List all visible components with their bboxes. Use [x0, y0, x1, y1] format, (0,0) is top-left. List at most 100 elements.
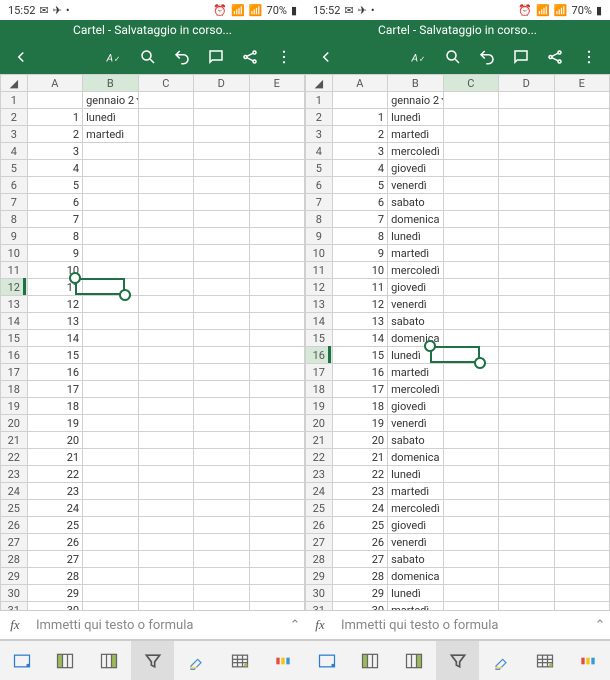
cell[interactable]: [554, 568, 610, 585]
cell[interactable]: 24: [27, 500, 82, 517]
table-row[interactable]: 32martedì: [1, 126, 305, 143]
cell[interactable]: giovedì: [388, 160, 443, 177]
table-row[interactable]: 2322: [1, 466, 305, 483]
row-header[interactable]: 19: [306, 398, 333, 415]
cell[interactable]: domenica: [388, 330, 443, 347]
table-row[interactable]: 87: [1, 211, 305, 228]
table-row[interactable]: 43mercoledì: [306, 143, 610, 160]
cell[interactable]: [499, 262, 554, 279]
table-row[interactable]: 1514: [1, 330, 305, 347]
cell[interactable]: 7: [332, 211, 387, 228]
table-row[interactable]: 21lunedì: [306, 109, 610, 126]
row-header[interactable]: 13: [1, 296, 28, 313]
cell[interactable]: [83, 415, 138, 432]
cell[interactable]: 22: [27, 466, 82, 483]
row-header[interactable]: 1: [1, 92, 28, 109]
row-header[interactable]: 28: [1, 551, 28, 568]
row-header[interactable]: 21: [306, 432, 333, 449]
cell[interactable]: [499, 228, 554, 245]
cell[interactable]: sabato: [388, 313, 443, 330]
cell[interactable]: [443, 398, 498, 415]
cell[interactable]: [443, 381, 498, 398]
cell[interactable]: [194, 500, 249, 517]
cell[interactable]: sabato: [388, 551, 443, 568]
cell[interactable]: [554, 449, 610, 466]
cell[interactable]: [194, 262, 249, 279]
cell[interactable]: 14: [332, 330, 387, 347]
cell[interactable]: 8: [27, 228, 82, 245]
cell[interactable]: [83, 279, 138, 296]
col-header-c[interactable]: C: [443, 75, 498, 92]
cell[interactable]: [138, 330, 193, 347]
row-header[interactable]: 19: [1, 398, 28, 415]
cell[interactable]: [443, 92, 498, 109]
table-row[interactable]: 2625: [1, 517, 305, 534]
row-header[interactable]: 9: [306, 228, 333, 245]
cell[interactable]: [554, 551, 610, 568]
row-header[interactable]: 5: [1, 160, 28, 177]
cell[interactable]: [138, 483, 193, 500]
table-row[interactable]: 1312: [1, 296, 305, 313]
grid-table[interactable]: ◢ A B C D E 1gennaio 221lunedì32martedì4…: [0, 74, 305, 610]
cell[interactable]: [554, 602, 610, 611]
cell[interactable]: [499, 92, 554, 109]
cell[interactable]: [554, 364, 610, 381]
cell[interactable]: [499, 143, 554, 160]
cell[interactable]: [249, 279, 305, 296]
table-row[interactable]: 76: [1, 194, 305, 211]
table-row[interactable]: 2524mercoledì: [306, 500, 610, 517]
cell[interactable]: venerdì: [388, 534, 443, 551]
cell[interactable]: [499, 551, 554, 568]
cell[interactable]: mercoledì: [388, 262, 443, 279]
col-header-d[interactable]: D: [499, 75, 554, 92]
cell[interactable]: [443, 143, 498, 160]
cell[interactable]: [554, 92, 610, 109]
cell[interactable]: [249, 568, 305, 585]
table-row[interactable]: 2423: [1, 483, 305, 500]
cell[interactable]: 28: [27, 568, 82, 585]
cell[interactable]: [83, 364, 138, 381]
table-row[interactable]: 1110: [1, 262, 305, 279]
cell[interactable]: [443, 296, 498, 313]
cell[interactable]: 5: [332, 177, 387, 194]
cell[interactable]: [194, 551, 249, 568]
cell[interactable]: domenica: [388, 568, 443, 585]
cell[interactable]: [138, 347, 193, 364]
cell[interactable]: sabato: [388, 432, 443, 449]
cell[interactable]: [443, 568, 498, 585]
cell[interactable]: 1: [27, 109, 82, 126]
cell[interactable]: [83, 517, 138, 534]
row-header[interactable]: 13: [306, 296, 333, 313]
cell[interactable]: [138, 296, 193, 313]
cell[interactable]: venerdì: [388, 415, 443, 432]
cell[interactable]: [138, 398, 193, 415]
cell[interactable]: 12: [27, 296, 82, 313]
cell[interactable]: 26: [332, 534, 387, 551]
cell[interactable]: giovedì: [388, 398, 443, 415]
cell[interactable]: [194, 415, 249, 432]
col-header-b[interactable]: B: [83, 75, 138, 92]
cell[interactable]: [499, 585, 554, 602]
cell[interactable]: 28: [332, 568, 387, 585]
row-header[interactable]: 5: [306, 160, 333, 177]
table-row[interactable]: 109: [1, 245, 305, 262]
cell[interactable]: 16: [27, 364, 82, 381]
cell[interactable]: [443, 364, 498, 381]
cell[interactable]: [499, 177, 554, 194]
cell[interactable]: [194, 347, 249, 364]
cell[interactable]: [443, 160, 498, 177]
table-row[interactable]: 1716martedì: [306, 364, 610, 381]
table-row[interactable]: 1gennaio 2: [306, 92, 610, 109]
cell[interactable]: [249, 466, 305, 483]
table-row[interactable]: 2928: [1, 568, 305, 585]
more-button[interactable]: [572, 40, 606, 74]
cell[interactable]: mercoledì: [388, 143, 443, 160]
row-header[interactable]: 24: [306, 483, 333, 500]
cell[interactable]: [443, 228, 498, 245]
cell[interactable]: [554, 245, 610, 262]
filter-button[interactable]: [131, 641, 175, 680]
cell[interactable]: [499, 568, 554, 585]
card-view-button[interactable]: [305, 641, 349, 680]
cell[interactable]: [554, 262, 610, 279]
cell[interactable]: [194, 177, 249, 194]
